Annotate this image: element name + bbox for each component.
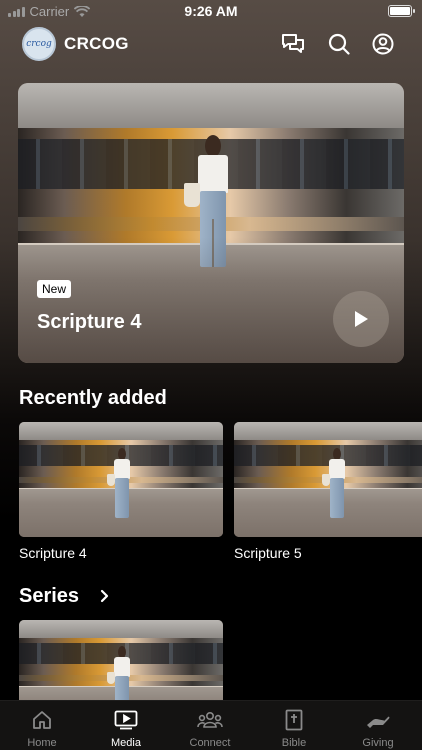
card-thumbnail — [234, 422, 422, 537]
status-time: 9:26 AM — [184, 3, 238, 19]
chevron-right-icon[interactable] — [97, 588, 111, 604]
tab-label: Media — [111, 737, 141, 749]
giving-icon — [367, 716, 390, 728]
media-card-scripture-4[interactable] — [19, 422, 223, 537]
new-badge: New — [37, 280, 72, 298]
media-card-scripture-5[interactable] — [234, 422, 422, 537]
home-icon — [33, 711, 51, 729]
tab-home[interactable]: Home — [0, 701, 84, 750]
media-icon — [114, 710, 138, 730]
tab-connect[interactable]: Connect — [168, 701, 252, 750]
connect-icon — [197, 711, 223, 728]
tab-media[interactable]: Media — [84, 701, 168, 750]
tab-bible[interactable]: Bible — [252, 701, 336, 750]
bible-icon — [285, 709, 303, 731]
brand-title: CRCOG — [64, 34, 129, 53]
battery-icon — [388, 5, 415, 17]
card-label: Scripture 5 — [234, 545, 302, 561]
tab-label: Connect — [189, 737, 231, 749]
app-header: crcog CRCOG — [0, 24, 422, 64]
tab-label: Bible — [281, 737, 307, 749]
tab-label: Giving — [362, 737, 394, 749]
play-button[interactable] — [333, 291, 389, 347]
status-bar: Carrier 9:26 AM — [0, 0, 422, 22]
play-icon — [355, 311, 368, 327]
search-icon[interactable] — [327, 32, 351, 56]
chat-icon[interactable] — [281, 32, 305, 56]
series-card[interactable] — [19, 620, 223, 700]
series-heading[interactable]: Series — [19, 585, 79, 608]
profile-icon[interactable] — [371, 32, 395, 56]
card-thumbnail — [19, 422, 223, 537]
card-label: Scripture 4 — [19, 545, 87, 561]
recently-added-heading: Recently added — [19, 387, 167, 409]
tab-bar: Home Media Connect Bible Giving — [0, 700, 422, 750]
tab-giving[interactable]: Giving — [336, 701, 420, 750]
church-logo[interactable]: crcog — [22, 27, 56, 61]
featured-title: Scripture 4 — [37, 311, 142, 333]
tab-label: Home — [27, 737, 57, 749]
featured-card[interactable]: New Scripture 4 — [18, 83, 404, 363]
card-thumbnail — [19, 620, 223, 700]
